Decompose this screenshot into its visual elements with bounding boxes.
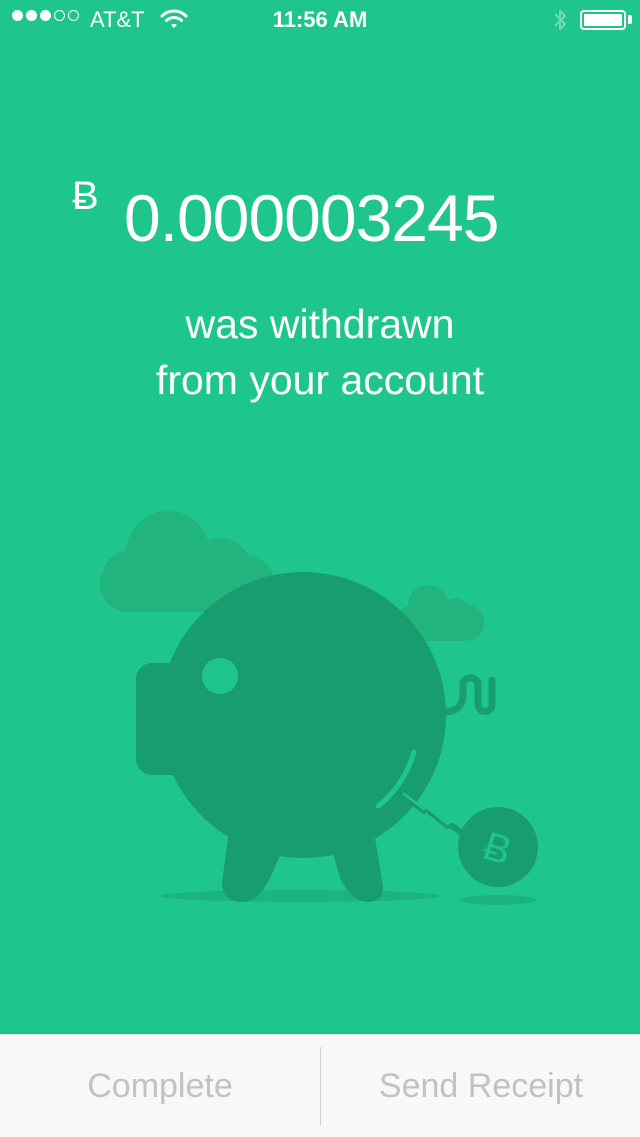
pig-eye [202, 658, 238, 694]
pig-body [160, 572, 446, 858]
piggy-bank-illustration: Ƀ [0, 500, 640, 920]
action-bar: Complete Send Receipt [0, 1034, 640, 1137]
battery-icon [580, 10, 626, 30]
battery-tip [628, 15, 632, 24]
bitcoin-currency-symbol: Ƀ [72, 174, 99, 218]
message-line-2: from your account [155, 357, 485, 403]
bluetooth-icon [552, 8, 568, 38]
amount-value: 0.000003245 [124, 181, 499, 255]
status-bar: AT&T 11:56 AM [0, 0, 640, 40]
complete-button[interactable]: Complete [0, 1035, 320, 1137]
withdrawal-message: was withdrawn from your account [0, 296, 640, 408]
message-line-1: was withdrawn [185, 301, 455, 347]
status-time: 11:56 AM [272, 7, 368, 32]
battery-level [584, 14, 622, 26]
send-receipt-button[interactable]: Send Receipt [321, 1035, 640, 1137]
withdrawal-amount: Ƀ 0.000003245 [0, 170, 640, 260]
